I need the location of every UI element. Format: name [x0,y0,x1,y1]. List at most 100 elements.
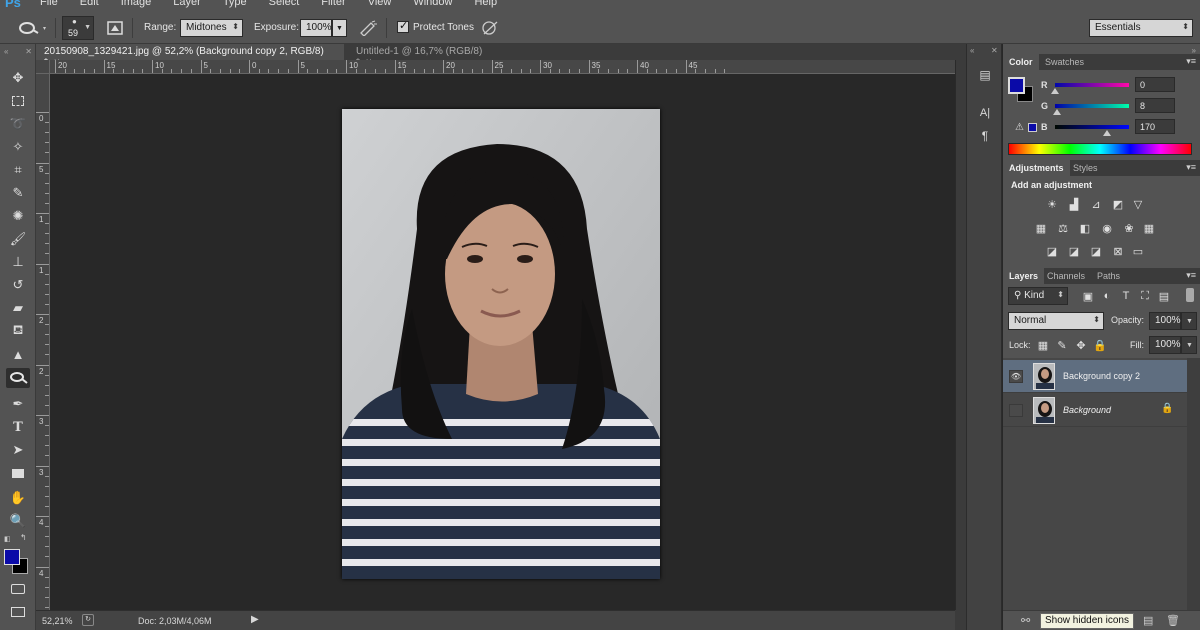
vertical-ruler[interactable]: 05112233445 [36,74,50,610]
brightness-contrast-icon[interactable]: ☀ [1044,197,1060,211]
blue-slider-thumb[interactable] [1103,130,1111,136]
blue-slider[interactable] [1055,125,1129,129]
swap-colors-icon[interactable]: ↰ [20,533,27,542]
photo-filter-icon[interactable]: ◉ [1099,221,1115,235]
lock-image-icon[interactable]: ✎ [1054,338,1070,352]
visibility-eye-icon[interactable]: 👁 [1009,370,1023,383]
black-white-icon[interactable]: ◧ [1077,221,1093,235]
brush-tool[interactable]: 🖌 [6,229,30,249]
workspace-switcher[interactable]: Essentials ⬍ [1089,19,1193,37]
menu-filter[interactable]: Filter [321,0,357,8]
tab-paths[interactable]: Paths [1091,268,1126,284]
exposure-icon[interactable]: ◩ [1110,197,1126,211]
tab-layers[interactable]: Layers [1003,268,1045,284]
tab-document-1[interactable]: 20150908_1329421.jpg @ 52,2% (Background… [36,44,344,68]
menu-layer[interactable]: Layer [173,0,213,8]
clone-stamp-tool[interactable]: ⊥ [6,252,30,272]
pen-tool[interactable]: ✒ [6,394,30,414]
channel-mixer-icon[interactable]: ❀ [1121,221,1137,235]
close-icon[interactable]: ✕ [991,46,998,55]
hue-saturation-icon[interactable]: ▦ [1033,221,1049,235]
panel-menu-icon[interactable]: ▾≡ [1186,162,1196,173]
menu-select[interactable]: Select [269,0,312,8]
threshold-icon[interactable]: ◪ [1088,244,1104,258]
portrait-photo[interactable] [342,109,660,579]
foreground-color-swatch[interactable] [4,549,20,565]
gradient-map-icon[interactable]: ▭ [1130,244,1146,258]
quick-selection-tool[interactable]: ✧ [6,137,30,157]
document-canvas[interactable] [50,74,955,610]
crop-tool[interactable]: ⌗ [6,160,30,180]
layers-scrollbar[interactable] [1187,358,1200,618]
menu-file[interactable]: File [40,0,70,8]
default-colors-icon[interactable]: ◧ [4,535,11,543]
status-menu-arrow-icon[interactable]: ▶ [251,614,259,625]
quick-mask-button[interactable] [6,579,30,599]
link-layers-icon[interactable]: ⚯ [1021,614,1030,627]
collapse-icon[interactable]: « [4,47,8,56]
share-icon[interactable]: ↻ [82,614,94,626]
marquee-tool[interactable] [6,91,30,111]
protect-tones-checkbox[interactable]: ✓ [397,20,409,33]
curves-icon[interactable]: ⊿ [1088,197,1104,211]
menu-image[interactable]: Image [121,0,164,8]
paint-bucket-tool[interactable]: ⛾ [6,321,30,341]
vibrance-icon[interactable]: ▽ [1130,197,1146,211]
screen-mode-button[interactable] [6,602,30,622]
type-tool[interactable]: T [6,417,30,437]
red-slider-thumb[interactable] [1051,88,1059,94]
foreground-color-swatch[interactable] [1008,77,1025,94]
green-slider[interactable] [1055,104,1129,108]
lasso-tool[interactable]: ➰ [6,114,30,134]
opacity-dropdown[interactable]: ▼ [1181,312,1197,330]
rectangle-tool[interactable] [6,463,30,483]
airbrush-toggle[interactable] [358,20,378,37]
filter-smart-object-icon[interactable]: ▤ [1156,289,1172,303]
lock-transparent-icon[interactable]: ▦ [1035,338,1051,352]
trash-icon[interactable]: 🗑 [1166,614,1180,627]
eraser-tool[interactable]: ▰ [6,298,30,318]
menu-window[interactable]: Window [413,0,464,8]
exposure-dropdown[interactable]: ▼ [332,19,347,37]
color-balance-icon[interactable]: ⚖ [1055,221,1071,235]
filter-shape-icon[interactable]: ⛶ [1137,289,1153,303]
history-panel-button[interactable]: ▤ [975,66,995,84]
menu-edit[interactable]: Edit [80,0,111,8]
blend-mode-select[interactable]: Normal ⬍ [1008,312,1104,330]
hand-tool[interactable]: ✋ [6,488,30,508]
tab-styles[interactable]: Styles [1067,160,1104,176]
zoom-tool[interactable]: 🔍 [6,511,30,531]
tab-color[interactable]: Color [1003,54,1039,70]
layer-filter-kind[interactable]: ⚲ Kind ⬍ [1008,287,1068,305]
lock-position-icon[interactable]: ✥ [1073,338,1089,352]
red-slider[interactable] [1055,83,1129,87]
horizontal-ruler[interactable]: 20 15 10 5 0 5 10 15 20 25 30 35 40 45 [50,60,955,74]
filter-adjustment-icon[interactable]: ◐ [1099,289,1115,303]
menu-view[interactable]: View [368,0,404,8]
invert-icon[interactable]: ◪ [1044,244,1060,258]
brush-panel-toggle[interactable] [106,20,124,36]
layer-row[interactable]: 👁 Background 🔒 [1003,394,1187,427]
green-value[interactable]: 8 [1135,98,1175,113]
web-safe-color-swatch[interactable] [1028,123,1037,132]
healing-brush-tool[interactable]: ✺ [6,206,30,226]
menu-help[interactable]: Help [474,0,509,8]
ruler-origin[interactable] [36,60,50,74]
filter-pixel-icon[interactable]: ▣ [1080,289,1096,303]
tab-swatches[interactable]: Swatches [1039,54,1090,70]
character-panel-button[interactable]: A| [975,104,995,122]
path-selection-tool[interactable]: ➤ [6,440,30,460]
close-icon[interactable]: ✕ [25,47,32,56]
eyedropper-tool[interactable]: ✎ [6,183,30,203]
vertical-scrollbar[interactable] [955,60,966,610]
posterize-icon[interactable]: ◪ [1066,244,1082,258]
filter-toggle-switch[interactable] [1186,288,1194,302]
fill-input[interactable]: 100% [1149,336,1181,354]
layer-row[interactable]: 👁 Background copy 2 [1003,360,1187,393]
levels-icon[interactable]: ▟ [1066,197,1082,211]
menu-type[interactable]: Type [223,0,259,8]
range-select[interactable]: Midtones ⬍ [180,19,243,37]
tab-adjustments[interactable]: Adjustments [1003,160,1070,176]
tool-preset-picker[interactable] [14,18,50,38]
blur-tool[interactable]: ▲ [6,344,30,364]
